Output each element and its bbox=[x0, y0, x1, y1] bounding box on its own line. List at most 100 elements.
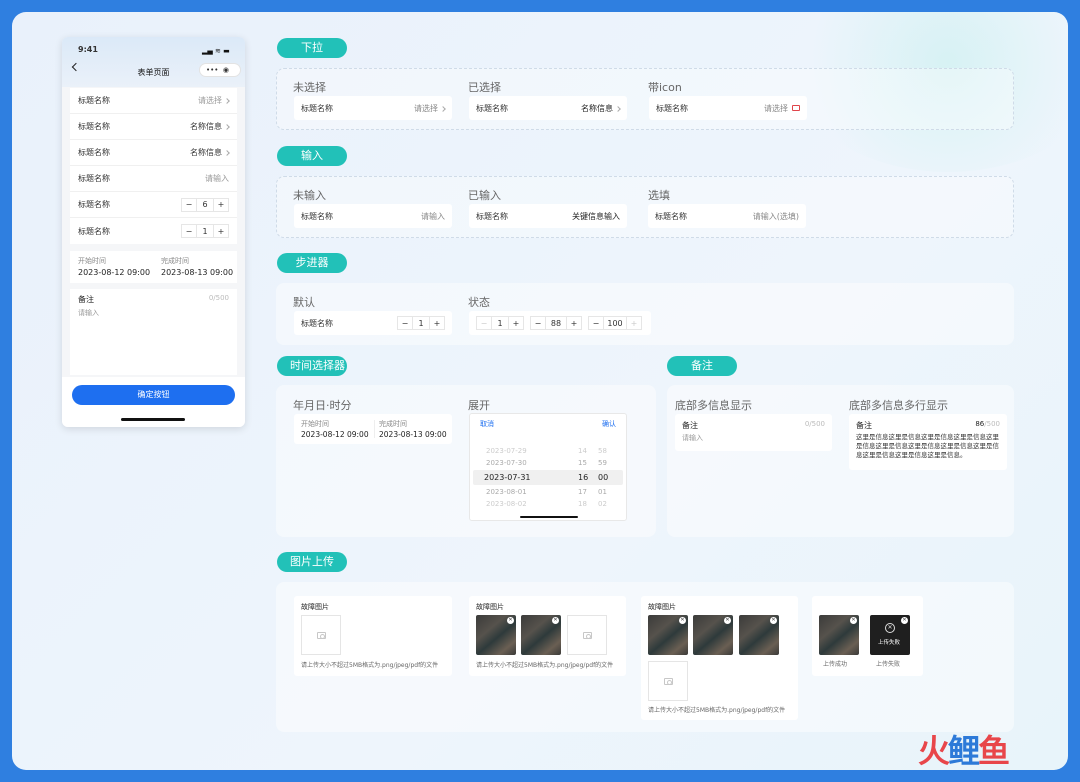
close-icon[interactable]: ✕ bbox=[850, 617, 857, 624]
picker-cancel-button[interactable]: 取消 bbox=[480, 419, 494, 429]
picker-confirm-button[interactable]: 确认 bbox=[602, 419, 616, 429]
capsule-menu[interactable]: ••• ◉ bbox=[199, 63, 241, 77]
minus-button-disabled[interactable]: − bbox=[477, 317, 491, 330]
wheel-minute[interactable]: 02 bbox=[598, 500, 607, 508]
close-icon[interactable]: ✕ bbox=[724, 617, 731, 624]
phone-mockup: 9:41 ▂▄ ≋ ▬ 表单页面 ••• ◉ 标题名称 请选择 标题名称 名称信息 … bbox=[62, 37, 245, 427]
uploaded-image[interactable]: ✕ bbox=[521, 615, 561, 655]
start-time-value[interactable]: 2023-08-12 09:00 bbox=[301, 430, 369, 439]
stepper-value[interactable]: 6 bbox=[196, 198, 214, 211]
stepper-value[interactable]: 1 bbox=[196, 224, 214, 238]
remark-box-filled[interactable]: 备注 86/500 这里是信息这里是信息这里是信息这里是信息这里是信息这里是信息… bbox=[849, 414, 1007, 470]
uploaded-image[interactable]: ✕ bbox=[693, 615, 733, 655]
wheel-date-selected[interactable]: 2023-07-31 bbox=[484, 473, 531, 482]
plus-button[interactable]: + bbox=[509, 317, 523, 330]
wheel-date[interactable]: 2023-07-30 bbox=[486, 459, 527, 467]
upload-card-empty: 故障图片 请上传大小不超过5MB格式为.png/jpeg/pdf的文件 bbox=[294, 596, 452, 676]
input-filled[interactable]: 标题名称 关键信息输入 bbox=[469, 204, 627, 228]
dropdown-with-icon[interactable]: 标题名称 请选择 bbox=[649, 96, 807, 120]
upload-add-button[interactable] bbox=[567, 615, 607, 655]
minus-button[interactable]: − bbox=[589, 317, 603, 330]
wheel-minute[interactable]: 58 bbox=[598, 447, 607, 455]
uploaded-image[interactable]: ✕ bbox=[648, 615, 688, 655]
remark-box-empty[interactable]: 备注 0/500 请输入 bbox=[675, 414, 832, 451]
quantity-stepper-mid: −88 + bbox=[530, 316, 582, 330]
plus-button[interactable]: + bbox=[214, 225, 228, 238]
start-time-value[interactable]: 2023-08-12 09:00 bbox=[78, 268, 150, 277]
close-icon[interactable]: ✕ bbox=[679, 617, 686, 624]
input-value[interactable]: 关键信息输入 bbox=[572, 211, 620, 222]
upload-add-button[interactable] bbox=[648, 661, 688, 701]
confirm-button[interactable]: 确定按钮 bbox=[72, 385, 235, 405]
close-icon[interactable]: ✕ bbox=[507, 617, 514, 624]
row-value: 名称信息 bbox=[190, 122, 222, 131]
minus-button[interactable]: − bbox=[398, 317, 412, 330]
wheel-minute-selected[interactable]: 00 bbox=[598, 473, 608, 482]
remark-box[interactable]: 备注 0/500 请输入 bbox=[70, 289, 237, 375]
remark-placeholder[interactable]: 请输入 bbox=[78, 308, 99, 318]
minus-button[interactable]: − bbox=[182, 198, 196, 211]
dropdown-unselected[interactable]: 标题名称 请选择 bbox=[294, 96, 452, 120]
chevron-right-icon bbox=[440, 105, 446, 112]
time-range-card[interactable]: 开始时间 2023-08-12 09:00 完成时间 2023-08-13 09… bbox=[294, 414, 452, 444]
wheel-minute[interactable]: 59 bbox=[598, 459, 607, 467]
end-time-value[interactable]: 2023-08-13 09:00 bbox=[161, 268, 233, 277]
upload-fail-overlay: 上传失败 bbox=[878, 640, 901, 646]
retry-icon[interactable]: ✕ bbox=[885, 623, 895, 633]
remark-label: 备注 bbox=[856, 421, 872, 430]
stepper-value[interactable]: 1 bbox=[412, 316, 430, 330]
close-icon[interactable]: ✕ bbox=[552, 617, 559, 624]
camera-icon[interactable] bbox=[792, 104, 800, 111]
wheel-hour-selected[interactable]: 16 bbox=[578, 473, 588, 482]
wheel-date[interactable]: 2023-08-02 bbox=[486, 500, 527, 508]
col-title: 已输入 bbox=[468, 189, 501, 202]
chevron-right-icon bbox=[615, 105, 621, 112]
remark-placeholder[interactable]: 请输入 bbox=[682, 433, 703, 443]
stepper-value[interactable]: 88 bbox=[545, 316, 567, 330]
form-row-input[interactable]: 标题名称 请输入 bbox=[70, 166, 237, 192]
form-row-selected[interactable]: 标题名称 名称信息 bbox=[70, 140, 237, 166]
plus-button[interactable]: + bbox=[214, 198, 228, 211]
input-optional[interactable]: 标题名称 请输入(选填) bbox=[648, 204, 806, 228]
end-time-value[interactable]: 2023-08-13 09:00 bbox=[379, 430, 447, 439]
uploaded-image[interactable]: ✕ bbox=[739, 615, 779, 655]
chevron-right-icon bbox=[224, 150, 230, 156]
dropdown-selected[interactable]: 标题名称 名称信息 bbox=[469, 96, 627, 120]
plus-button-disabled[interactable]: + bbox=[627, 317, 641, 330]
remark-text[interactable]: 这里是信息这里是信息这里是信息这里是信息这里是信息这里是信息这里是信息这里是信息… bbox=[856, 433, 1002, 460]
upload-add-button[interactable] bbox=[301, 615, 341, 655]
form-row-selected[interactable]: 标题名称 名称信息 bbox=[70, 114, 237, 140]
col-title: 状态 bbox=[468, 296, 490, 309]
input-placeholder[interactable]: 请输入(选填) bbox=[753, 211, 799, 222]
close-icon[interactable]: ✕ bbox=[901, 617, 908, 624]
upload-fail-label: 上传失败 bbox=[876, 661, 901, 668]
plus-button[interactable]: + bbox=[430, 317, 444, 330]
wheel-minute[interactable]: 01 bbox=[598, 488, 607, 496]
input-empty[interactable]: 标题名称 请输入 bbox=[294, 204, 452, 228]
plus-button[interactable]: + bbox=[567, 317, 581, 330]
stepper-value[interactable]: 1 bbox=[491, 316, 509, 330]
minus-button[interactable]: − bbox=[531, 317, 545, 330]
stepper-value[interactable]: 100 bbox=[603, 316, 627, 330]
wheel-hour[interactable]: 14 bbox=[578, 447, 587, 455]
col-title: 年月日·时分 bbox=[293, 399, 352, 412]
wheel-date[interactable]: 2023-07-29 bbox=[486, 447, 527, 455]
quantity-stepper: −1 + bbox=[397, 316, 445, 330]
minus-button[interactable]: − bbox=[182, 225, 196, 238]
close-icon[interactable]: ✕ bbox=[770, 617, 777, 624]
wheel-hour[interactable]: 15 bbox=[578, 459, 587, 467]
uploaded-image-failed[interactable]: ✕ ✕ 上传失败 bbox=[870, 615, 910, 655]
field-label: 标题名称 bbox=[656, 103, 688, 113]
uploaded-image-success[interactable]: ✕ bbox=[819, 615, 859, 655]
section-pill-time-picker: 时间选择器 bbox=[277, 356, 347, 376]
row-input-placeholder[interactable]: 请输入 bbox=[205, 173, 229, 184]
wheel-hour[interactable]: 18 bbox=[578, 500, 587, 508]
quantity-stepper-max: −100 + bbox=[588, 316, 642, 330]
col-title: 默认 bbox=[293, 296, 315, 309]
input-placeholder[interactable]: 请输入 bbox=[421, 211, 445, 222]
wheel-date[interactable]: 2023-08-01 bbox=[486, 488, 527, 496]
form-row-dropdown[interactable]: 标题名称 请选择 bbox=[70, 88, 237, 114]
uploaded-image[interactable]: ✕ bbox=[476, 615, 516, 655]
wheel-hour[interactable]: 17 bbox=[578, 488, 587, 496]
time-range-row[interactable]: 开始时间 2023-08-12 09:00 完成时间 2023-08-13 09… bbox=[70, 251, 237, 283]
